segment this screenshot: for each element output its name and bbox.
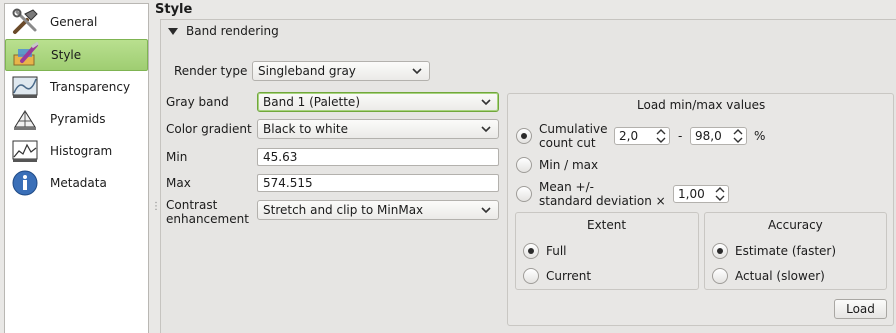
- extent-full-radio[interactable]: [523, 243, 539, 259]
- min-input[interactable]: 45.63: [257, 148, 499, 166]
- spin-arrows-icon[interactable]: [715, 187, 725, 201]
- render-type-select[interactable]: Singleband gray: [252, 61, 430, 81]
- max-input[interactable]: 574.515: [257, 174, 499, 192]
- load-minmax-title: Load min/max values: [637, 98, 766, 112]
- paintbrush-icon: [10, 41, 42, 69]
- chevron-down-icon: [480, 96, 492, 108]
- color-gradient-value: Black to white: [263, 122, 348, 136]
- transparency-icon: [9, 73, 41, 101]
- cumulative-label-line1: Cumulative: [539, 122, 608, 136]
- chevron-down-icon: [411, 65, 423, 77]
- info-icon: [9, 169, 41, 197]
- cumulative-high-value: 98,0: [695, 129, 722, 143]
- gray-band-select[interactable]: Band 1 (Palette): [257, 92, 499, 112]
- extent-current-radio[interactable]: [523, 268, 539, 284]
- sidebar-item-metadata[interactable]: Metadata: [5, 167, 148, 199]
- page-title: Style: [155, 2, 193, 17]
- percent-label: %: [754, 129, 766, 143]
- group-title: Band rendering: [186, 24, 279, 38]
- contrast-enhancement-label: Contrast enhancement: [166, 198, 249, 226]
- accuracy-actual-radio[interactable]: [712, 268, 728, 284]
- sidebar-item-label: Metadata: [50, 176, 107, 190]
- histogram-icon: [9, 137, 41, 165]
- sidebar-item-label: Histogram: [50, 144, 113, 158]
- sidebar-item-label: Pyramids: [50, 112, 106, 126]
- sidebar-item-label: General: [50, 15, 98, 29]
- pyramid-icon: [9, 105, 41, 133]
- mean-label-line1: Mean +/-: [539, 180, 594, 194]
- contrast-enhancement-select[interactable]: Stretch and clip to MinMax: [257, 200, 499, 220]
- cumulative-low-value: 2,0: [619, 129, 639, 143]
- contrast-label-line1: Contrast: [166, 198, 218, 212]
- color-gradient-label: Color gradient: [166, 122, 252, 136]
- mean-label-line2: standard deviation ×: [539, 194, 666, 208]
- accuracy-actual-label: Actual (slower): [735, 269, 825, 283]
- load-button[interactable]: Load: [834, 299, 887, 319]
- spin-arrows-icon[interactable]: [656, 129, 666, 143]
- cumulative-label-line2: count cut: [539, 136, 596, 150]
- sidebar-item-label: Style: [51, 48, 82, 62]
- contrast-value: Stretch and clip to MinMax: [263, 203, 424, 217]
- chevron-down-icon: [480, 204, 492, 216]
- tools-icon: [9, 8, 41, 36]
- accuracy-estimate-radio[interactable]: [712, 243, 728, 259]
- sidebar: General Style Transparency Pyramids Hist…: [4, 3, 149, 333]
- range-dash: -: [678, 129, 683, 143]
- min-label: Min: [166, 150, 188, 164]
- gray-band-value: Band 1 (Palette): [263, 95, 360, 109]
- sidebar-item-label: Transparency: [50, 80, 131, 94]
- cumulative-label: Cumulative count cut: [539, 122, 608, 150]
- render-type-label: Render type: [174, 64, 248, 78]
- render-type-value: Singleband gray: [258, 64, 356, 78]
- accuracy-estimate-label: Estimate (faster): [735, 244, 837, 258]
- sidebar-item-general[interactable]: General: [5, 6, 148, 38]
- max-label: Max: [166, 176, 191, 190]
- band-rendering-toggle[interactable]: Band rendering: [168, 24, 279, 38]
- sidebar-item-histogram[interactable]: Histogram: [5, 135, 148, 167]
- sidebar-item-transparency[interactable]: Transparency: [5, 71, 148, 103]
- extent-full-label: Full: [546, 244, 567, 258]
- chevron-down-icon: [480, 123, 492, 135]
- cumulative-low-spinbox[interactable]: 2,0: [614, 127, 670, 145]
- color-gradient-select[interactable]: Black to white: [257, 119, 499, 139]
- extent-current-label: Current: [546, 269, 592, 283]
- spin-arrows-icon[interactable]: [733, 129, 743, 143]
- stddev-spinbox[interactable]: 1,00: [673, 185, 729, 203]
- accuracy-title: Accuracy: [768, 218, 823, 232]
- sidebar-item-style[interactable]: Style: [5, 39, 148, 71]
- mean-stddev-radio[interactable]: [516, 186, 532, 202]
- gray-band-label: Gray band: [166, 95, 229, 109]
- cumulative-radio[interactable]: [516, 128, 532, 144]
- minmax-radio[interactable]: [516, 157, 532, 173]
- extent-title: Extent: [587, 218, 627, 232]
- cumulative-high-spinbox[interactable]: 98,0: [690, 127, 747, 145]
- minmax-label: Min / max: [539, 158, 599, 172]
- sidebar-item-pyramids[interactable]: Pyramids: [5, 103, 148, 135]
- contrast-label-line2: enhancement: [166, 212, 249, 226]
- mean-stddev-label: Mean +/- standard deviation ×: [539, 180, 666, 208]
- collapse-triangle-icon: [168, 28, 178, 35]
- stddev-value: 1,00: [678, 187, 705, 201]
